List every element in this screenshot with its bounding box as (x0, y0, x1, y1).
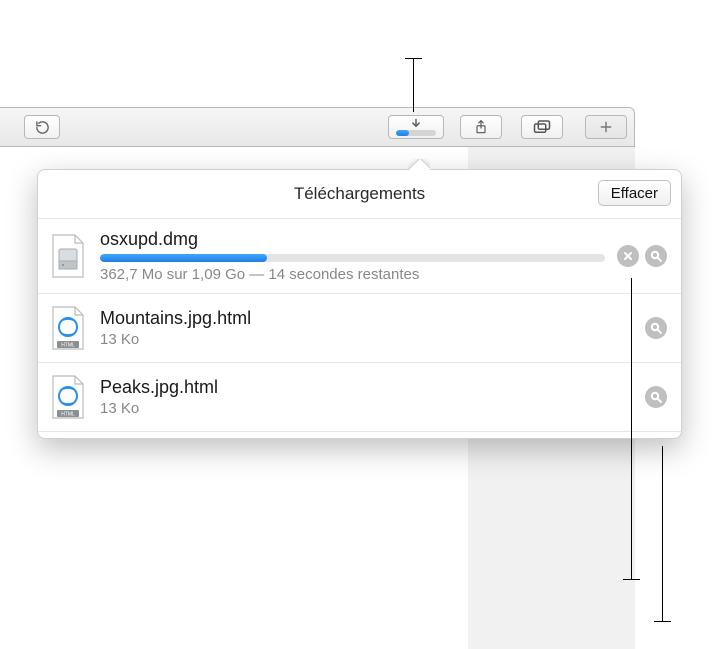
reveal-in-finder-button[interactable] (645, 317, 667, 339)
callout-line (654, 621, 671, 622)
download-status: 13 Ko (100, 400, 633, 417)
reveal-in-finder-button[interactable] (645, 245, 667, 267)
show-all-tabs-button[interactable] (521, 115, 563, 139)
reveal-in-finder-button[interactable] (645, 386, 667, 408)
clear-downloads-label: Effacer (611, 185, 658, 202)
download-filename: Mountains.jpg.html (100, 308, 633, 329)
download-progress-fill (100, 254, 267, 262)
tabs-icon (533, 120, 551, 134)
downloads-list: osxupd.dmg 362,7 Mo sur 1,09 Go — 14 sec… (38, 218, 681, 432)
cancel-download-button[interactable] (617, 245, 639, 267)
clear-downloads-button[interactable]: Effacer (598, 180, 671, 206)
callout-line (623, 579, 640, 580)
browser-toolbar (0, 107, 635, 147)
popover-title: Téléchargements (294, 184, 425, 204)
magnifier-icon (650, 391, 662, 403)
callout-line (631, 278, 632, 580)
plus-icon (599, 120, 613, 134)
download-item[interactable]: HTML Mountains.jpg.html 13 Ko (38, 293, 681, 362)
downloads-popover: Téléchargements Effacer osxupd.dmg (37, 169, 682, 439)
download-filename: Peaks.jpg.html (100, 377, 633, 398)
reload-icon (35, 120, 50, 135)
downloads-button[interactable] (388, 115, 444, 139)
downloads-mini-progress-fill (396, 130, 409, 136)
callout-line (413, 58, 414, 112)
download-status: 13 Ko (100, 331, 633, 348)
download-filename: osxupd.dmg (100, 229, 605, 250)
dmg-file-icon (48, 232, 88, 280)
downloads-mini-progress (396, 130, 436, 136)
callout-line (662, 446, 663, 622)
html-file-icon: HTML (48, 304, 88, 352)
download-arrow-icon (410, 118, 422, 129)
new-tab-button[interactable] (585, 115, 627, 139)
download-item[interactable]: HTML Peaks.jpg.html 13 Ko (38, 362, 681, 432)
cancel-icon (623, 251, 633, 261)
download-item[interactable]: osxupd.dmg 362,7 Mo sur 1,09 Go — 14 sec… (38, 218, 681, 293)
download-progress-track (100, 254, 605, 262)
html-file-icon: HTML (48, 373, 88, 421)
share-button[interactable] (460, 115, 502, 139)
svg-text:HTML: HTML (61, 343, 75, 349)
magnifier-icon (650, 322, 662, 334)
magnifier-icon (650, 250, 662, 262)
download-status: 362,7 Mo sur 1,09 Go — 14 secondes resta… (100, 266, 605, 283)
svg-text:HTML: HTML (61, 412, 75, 418)
share-icon (474, 119, 488, 135)
reload-button[interactable] (24, 115, 60, 139)
popover-header: Téléchargements Effacer (38, 170, 681, 218)
callout-line (405, 58, 422, 59)
